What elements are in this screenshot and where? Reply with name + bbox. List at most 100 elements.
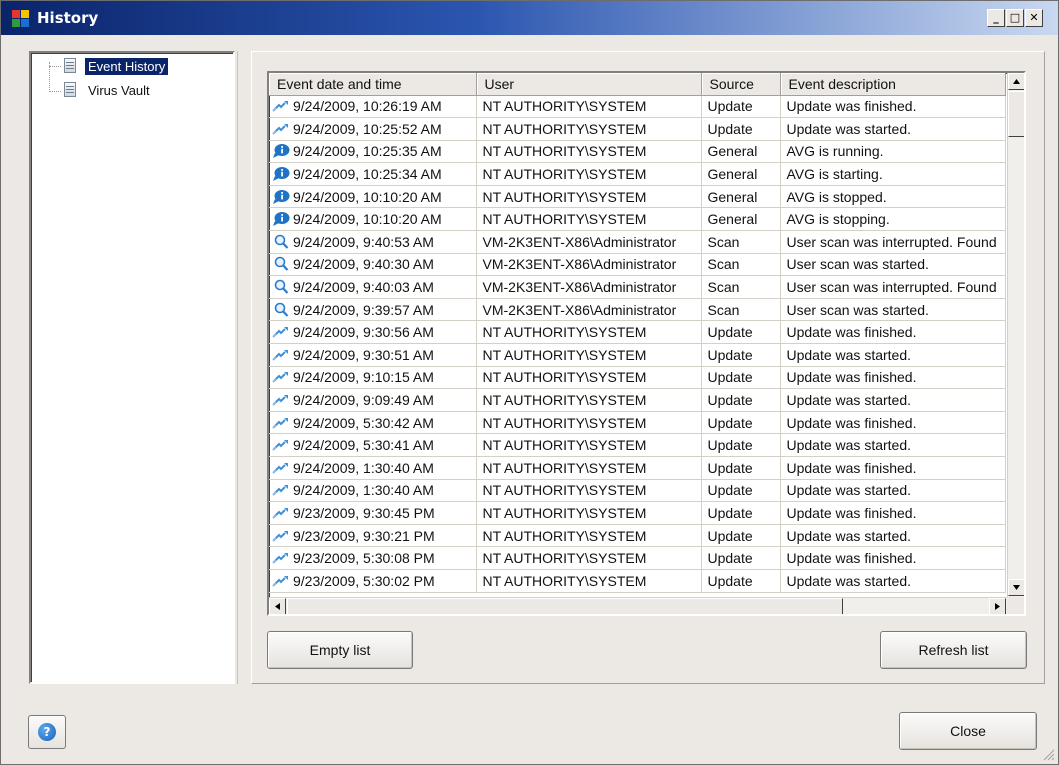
cell-source: Update	[701, 388, 781, 412]
resize-grip-icon[interactable]	[1041, 747, 1055, 761]
arrow-up-icon	[1013, 79, 1020, 84]
table-row[interactable]: 9/24/2009, 9:40:03 AM VM-2K3ENT-X86\Admin…	[269, 275, 1006, 299]
cell-event-date: 9/24/2009, 9:39:57 AM	[269, 298, 477, 322]
title-bar[interactable]: History _ □ ✕	[1, 1, 1058, 35]
scroll-up-button[interactable]	[1008, 73, 1024, 90]
event-time-text: 9/24/2009, 9:39:57 AM	[293, 301, 434, 318]
navigation-tree: Event History Virus Vault	[29, 51, 235, 684]
event-time-text: 9/24/2009, 5:30:42 AM	[293, 414, 434, 431]
column-header-user[interactable]: User	[476, 73, 702, 96]
cell-event-description: User scan was started.	[780, 253, 1006, 277]
cell-event-date: 9/24/2009, 9:10:15 AM	[269, 366, 477, 390]
cell-user: NT AUTHORITY\SYSTEM	[476, 411, 702, 435]
cell-source: Update	[701, 501, 781, 525]
cell-event-description: Update was finished.	[780, 366, 1006, 390]
cell-event-date: 9/24/2009, 9:30:51 AM	[269, 343, 477, 367]
table-row[interactable]: 9/24/2009, 5:30:41 AM NT AUTHORITY\SYSTEM…	[269, 433, 1006, 457]
info-bubble-icon	[272, 143, 293, 159]
table-row[interactable]: 9/23/2009, 5:30:02 PM NT AUTHORITY\SYSTEM…	[269, 569, 1006, 593]
panel-splitter[interactable]	[237, 51, 251, 684]
cell-source: General	[701, 185, 781, 209]
avg-app-icon	[12, 10, 30, 28]
column-header-source[interactable]: Source	[701, 73, 781, 96]
table-row[interactable]: 9/24/2009, 10:25:52 AM NT AUTHORITY\SYSTE…	[269, 117, 1006, 141]
tree-item-event-history[interactable]: Event History	[61, 56, 169, 76]
horizontal-scrollbar[interactable]	[269, 597, 1007, 614]
cell-user: NT AUTHORITY\SYSTEM	[476, 95, 702, 119]
scroll-down-button[interactable]	[1008, 579, 1024, 596]
table-row[interactable]: 9/23/2009, 9:30:21 PM NT AUTHORITY\SYSTEM…	[269, 524, 1006, 548]
cell-source: Update	[701, 569, 781, 593]
table-row[interactable]: 9/23/2009, 5:30:08 PM NT AUTHORITY\SYSTEM…	[269, 546, 1006, 570]
cell-event-description: Update was finished.	[780, 320, 1006, 345]
vertical-scroll-thumb[interactable]	[1008, 91, 1024, 137]
help-button[interactable]: ?	[28, 715, 66, 749]
table-row[interactable]: 9/24/2009, 9:40:53 AM VM-2K3ENT-X86\Admin…	[269, 230, 1006, 254]
table-row[interactable]: 9/24/2009, 10:10:20 AM NT AUTHORITY\SYSTE…	[269, 185, 1006, 209]
horizontal-scroll-thumb[interactable]	[287, 598, 843, 614]
cell-event-date: 9/24/2009, 9:40:03 AM	[269, 275, 477, 299]
event-list-grid: Event date and time User Source Event de…	[267, 71, 1026, 616]
table-row[interactable]: 9/24/2009, 1:30:40 AM NT AUTHORITY\SYSTEM…	[269, 456, 1006, 480]
cell-event-date: 9/23/2009, 5:30:08 PM	[269, 546, 477, 570]
column-header-event-date[interactable]: Event date and time	[269, 73, 477, 96]
cell-event-description: AVG is running.	[780, 140, 1006, 164]
cell-event-date: 9/24/2009, 10:25:35 AM	[269, 140, 477, 164]
cell-event-date: 9/24/2009, 5:30:42 AM	[269, 411, 477, 435]
cell-user: NT AUTHORITY\SYSTEM	[476, 117, 702, 141]
event-time-text: 9/24/2009, 9:30:56 AM	[293, 324, 434, 341]
table-row[interactable]: 9/24/2009, 10:25:35 AM NT AUTHORITY\SYSTE…	[269, 140, 1006, 164]
cell-event-date: 9/24/2009, 10:25:52 AM	[269, 117, 477, 141]
help-icon: ?	[38, 723, 56, 741]
cell-user: NT AUTHORITY\SYSTEM	[476, 456, 702, 480]
cell-event-date: 9/24/2009, 9:09:49 AM	[269, 388, 477, 412]
table-row[interactable]: 9/24/2009, 10:26:19 AM NT AUTHORITY\SYSTE…	[269, 95, 1006, 119]
table-row[interactable]: 9/24/2009, 10:10:20 AM NT AUTHORITY\SYSTE…	[269, 207, 1006, 232]
table-row[interactable]: 9/24/2009, 10:25:34 AM NT AUTHORITY\SYSTE…	[269, 162, 1006, 186]
table-row[interactable]: 9/24/2009, 9:10:15 AM NT AUTHORITY\SYSTEM…	[269, 366, 1006, 390]
table-row[interactable]: 9/23/2009, 9:30:45 PM NT AUTHORITY\SYSTEM…	[269, 501, 1006, 525]
cell-user: NT AUTHORITY\SYSTEM	[476, 320, 702, 345]
update-icon	[272, 528, 293, 544]
cell-event-date: 9/24/2009, 9:30:56 AM	[269, 320, 477, 345]
event-time-text: 9/24/2009, 9:10:15 AM	[293, 369, 434, 386]
arrow-right-icon	[995, 603, 1000, 610]
event-time-text: 9/24/2009, 5:30:41 AM	[293, 437, 434, 454]
cell-event-date: 9/24/2009, 10:10:20 AM	[269, 185, 477, 209]
scroll-left-button[interactable]	[269, 598, 286, 614]
maximize-button[interactable]: □	[1006, 9, 1024, 27]
table-row[interactable]: 9/24/2009, 9:09:49 AM NT AUTHORITY\SYSTEM…	[269, 388, 1006, 412]
close-window-button[interactable]: ✕	[1025, 9, 1043, 27]
cell-user: NT AUTHORITY\SYSTEM	[476, 140, 702, 164]
table-row[interactable]: 9/24/2009, 9:39:57 AM VM-2K3ENT-X86\Admin…	[269, 298, 1006, 322]
empty-list-button[interactable]: Empty list	[267, 631, 413, 669]
column-header-event-description[interactable]: Event description	[780, 73, 1006, 96]
cell-event-description: Update was started.	[780, 433, 1006, 457]
table-row[interactable]: 9/24/2009, 9:30:56 AM NT AUTHORITY\SYSTEM…	[269, 320, 1006, 345]
info-bubble-icon	[272, 189, 293, 205]
cell-source: Update	[701, 411, 781, 435]
tree-item-virus-vault[interactable]: Virus Vault	[61, 80, 153, 100]
cell-source: General	[701, 162, 781, 186]
refresh-list-button[interactable]: Refresh list	[880, 631, 1027, 669]
vertical-scrollbar[interactable]	[1007, 73, 1024, 597]
cell-user: VM-2K3ENT-X86\Administrator	[476, 230, 702, 254]
table-row[interactable]: 9/24/2009, 9:40:30 AM VM-2K3ENT-X86\Admin…	[269, 253, 1006, 277]
update-icon	[272, 460, 293, 476]
tree-item-label: Virus Vault	[88, 82, 150, 98]
cell-source: Scan	[701, 298, 781, 322]
update-icon	[272, 573, 293, 589]
cell-event-description: AVG is starting.	[780, 162, 1006, 186]
table-row[interactable]: 9/24/2009, 1:30:40 AM NT AUTHORITY\SYSTEM…	[269, 479, 1006, 503]
event-time-text: 9/24/2009, 9:30:51 AM	[293, 346, 434, 363]
close-button[interactable]: Close	[899, 712, 1037, 750]
minimize-button[interactable]: _	[987, 9, 1005, 27]
table-row[interactable]: 9/24/2009, 9:30:51 AM NT AUTHORITY\SYSTEM…	[269, 343, 1006, 367]
cell-user: NT AUTHORITY\SYSTEM	[476, 162, 702, 186]
cell-source: Scan	[701, 230, 781, 254]
table-row[interactable]: 9/24/2009, 5:30:42 AM NT AUTHORITY\SYSTEM…	[269, 411, 1006, 435]
event-time-text: 9/24/2009, 9:40:03 AM	[293, 279, 434, 296]
scroll-right-button[interactable]	[989, 598, 1006, 614]
cell-event-description: Update was started.	[780, 343, 1006, 367]
magnifier-icon	[272, 279, 293, 295]
